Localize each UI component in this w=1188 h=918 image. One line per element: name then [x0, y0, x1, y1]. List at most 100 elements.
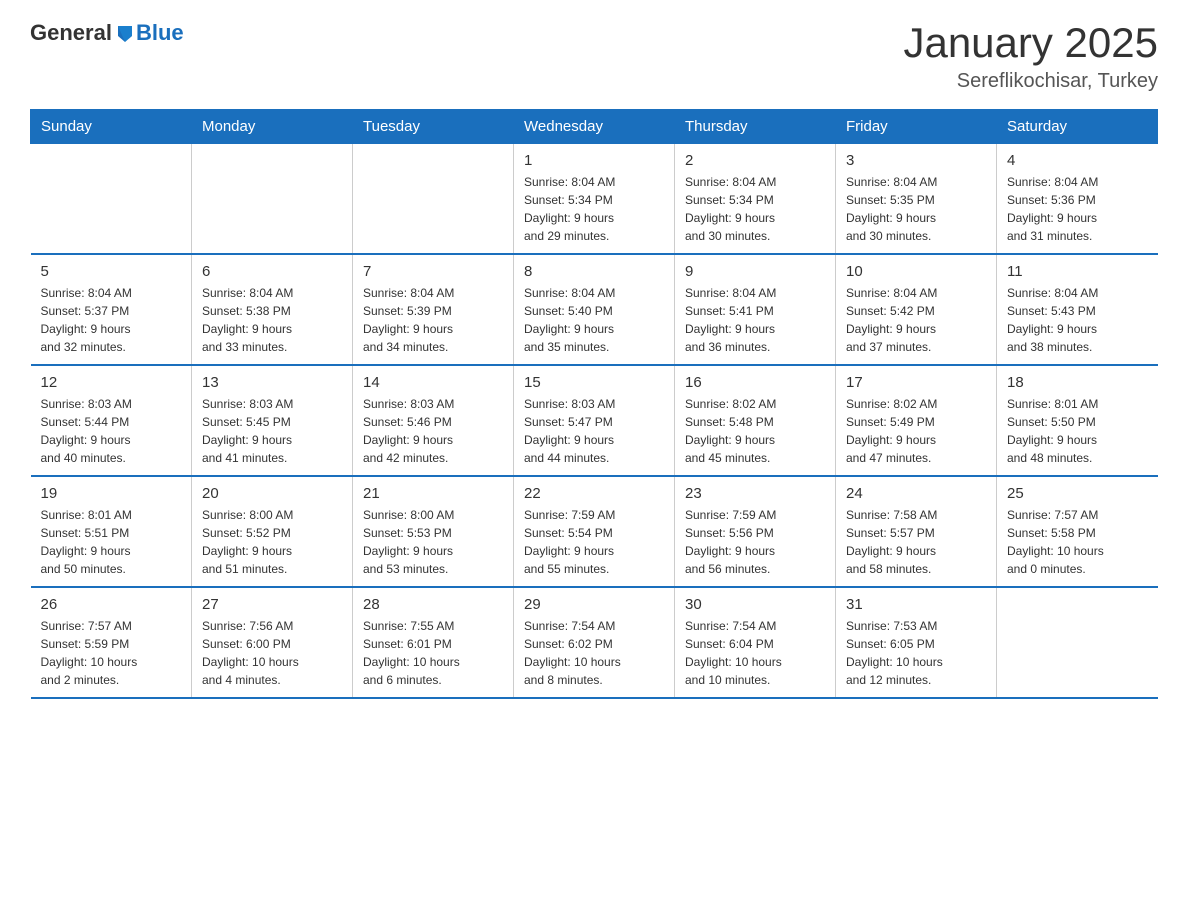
table-row: 29 Sunrise: 7:54 AMSunset: 6:02 PMDayligh…	[514, 587, 675, 698]
day-info: Sunrise: 8:04 AMSunset: 5:36 PMDaylight:…	[1007, 173, 1148, 245]
day-number: 7	[363, 263, 503, 280]
day-info: Sunrise: 7:55 AMSunset: 6:01 PMDaylight:…	[363, 617, 503, 689]
day-info: Sunrise: 8:03 AMSunset: 5:44 PMDaylight:…	[41, 395, 182, 467]
day-number: 23	[685, 485, 825, 502]
col-thursday: Thursday	[675, 110, 836, 144]
day-number: 21	[363, 485, 503, 502]
table-row: 10Sunrise: 8:04 AMSunset: 5:42 PMDayligh…	[836, 254, 997, 365]
table-row: 18 Sunrise: 8:01 AMSunset: 5:50 PMDayligh…	[997, 365, 1158, 476]
day-info: Sunrise: 8:04 AMSunset: 5:41 PMDaylight:…	[685, 284, 825, 356]
table-row: 12 Sunrise: 8:03 AMSunset: 5:44 PMDayligh…	[31, 365, 192, 476]
table-row: 13Sunrise: 8:03 AMSunset: 5:45 PMDayligh…	[192, 365, 353, 476]
col-tuesday: Tuesday	[353, 110, 514, 144]
table-row: 25 Sunrise: 7:57 AMSunset: 5:58 PMDayligh…	[997, 476, 1158, 587]
day-info: Sunrise: 8:04 AMSunset: 5:37 PMDaylight:…	[41, 284, 182, 356]
table-row: 5 Sunrise: 8:04 AMSunset: 5:37 PMDaylight…	[31, 254, 192, 365]
logo-text-blue: Blue	[136, 20, 184, 46]
day-info: Sunrise: 8:01 AMSunset: 5:51 PMDaylight:…	[41, 506, 182, 578]
day-info: Sunrise: 7:59 AMSunset: 5:54 PMDaylight:…	[524, 506, 664, 578]
day-info: Sunrise: 8:04 AMSunset: 5:39 PMDaylight:…	[363, 284, 503, 356]
table-row	[192, 144, 353, 255]
col-friday: Friday	[836, 110, 997, 144]
day-number: 22	[524, 485, 664, 502]
calendar-week-row: 12 Sunrise: 8:03 AMSunset: 5:44 PMDayligh…	[31, 365, 1158, 476]
day-info: Sunrise: 7:57 AMSunset: 5:58 PMDaylight:…	[1007, 506, 1148, 578]
day-number: 9	[685, 263, 825, 280]
day-number: 6	[202, 263, 342, 280]
day-number: 20	[202, 485, 342, 502]
day-number: 2	[685, 152, 825, 169]
day-number: 26	[41, 596, 182, 613]
day-number: 28	[363, 596, 503, 613]
day-info: Sunrise: 8:00 AMSunset: 5:52 PMDaylight:…	[202, 506, 342, 578]
day-info: Sunrise: 8:04 AMSunset: 5:34 PMDaylight:…	[685, 173, 825, 245]
day-number: 5	[41, 263, 182, 280]
logo: General Blue	[30, 20, 184, 46]
col-wednesday: Wednesday	[514, 110, 675, 144]
calendar-week-row: 26Sunrise: 7:57 AMSunset: 5:59 PMDayligh…	[31, 587, 1158, 698]
table-row: 22 Sunrise: 7:59 AMSunset: 5:54 PMDayligh…	[514, 476, 675, 587]
day-number: 31	[846, 596, 986, 613]
day-info: Sunrise: 7:54 AMSunset: 6:04 PMDaylight:…	[685, 617, 825, 689]
table-row: 1Sunrise: 8:04 AMSunset: 5:34 PMDaylight…	[514, 144, 675, 255]
table-row: 15 Sunrise: 8:03 AMSunset: 5:47 PMDayligh…	[514, 365, 675, 476]
logo-icon	[114, 22, 136, 44]
table-row: 11Sunrise: 8:04 AMSunset: 5:43 PMDayligh…	[997, 254, 1158, 365]
table-row: 21Sunrise: 8:00 AMSunset: 5:53 PMDayligh…	[353, 476, 514, 587]
day-info: Sunrise: 7:59 AMSunset: 5:56 PMDaylight:…	[685, 506, 825, 578]
table-row: 16 Sunrise: 8:02 AMSunset: 5:48 PMDayligh…	[675, 365, 836, 476]
table-row	[353, 144, 514, 255]
day-number: 30	[685, 596, 825, 613]
day-number: 29	[524, 596, 664, 613]
table-row: 26Sunrise: 7:57 AMSunset: 5:59 PMDayligh…	[31, 587, 192, 698]
day-number: 13	[202, 374, 342, 391]
day-number: 15	[524, 374, 664, 391]
day-number: 18	[1007, 374, 1148, 391]
col-sunday: Sunday	[31, 110, 192, 144]
day-number: 14	[363, 374, 503, 391]
day-info: Sunrise: 8:02 AMSunset: 5:48 PMDaylight:…	[685, 395, 825, 467]
title-block: January 2025 Sereflikochisar, Turkey	[903, 20, 1158, 93]
day-number: 24	[846, 485, 986, 502]
day-number: 11	[1007, 263, 1148, 280]
day-info: Sunrise: 8:04 AMSunset: 5:35 PMDaylight:…	[846, 173, 986, 245]
table-row: 24 Sunrise: 7:58 AMSunset: 5:57 PMDayligh…	[836, 476, 997, 587]
page-header: General Blue January 2025 Sereflikochisa…	[30, 20, 1158, 93]
day-number: 12	[41, 374, 182, 391]
table-row: 7 Sunrise: 8:04 AMSunset: 5:39 PMDaylight…	[353, 254, 514, 365]
table-row: 17 Sunrise: 8:02 AMSunset: 5:49 PMDayligh…	[836, 365, 997, 476]
logo-text-general: General	[30, 20, 112, 46]
table-row: 14Sunrise: 8:03 AMSunset: 5:46 PMDayligh…	[353, 365, 514, 476]
day-info: Sunrise: 8:04 AMSunset: 5:34 PMDaylight:…	[524, 173, 664, 245]
table-row: 9 Sunrise: 8:04 AMSunset: 5:41 PMDaylight…	[675, 254, 836, 365]
calendar-header-row: Sunday Monday Tuesday Wednesday Thursday…	[31, 110, 1158, 144]
day-info: Sunrise: 8:01 AMSunset: 5:50 PMDaylight:…	[1007, 395, 1148, 467]
table-row: 6Sunrise: 8:04 AMSunset: 5:38 PMDaylight…	[192, 254, 353, 365]
day-number: 27	[202, 596, 342, 613]
table-row: 30 Sunrise: 7:54 AMSunset: 6:04 PMDayligh…	[675, 587, 836, 698]
table-row: 27 Sunrise: 7:56 AMSunset: 6:00 PMDayligh…	[192, 587, 353, 698]
day-number: 3	[846, 152, 986, 169]
calendar-week-row: 19Sunrise: 8:01 AMSunset: 5:51 PMDayligh…	[31, 476, 1158, 587]
day-info: Sunrise: 8:02 AMSunset: 5:49 PMDaylight:…	[846, 395, 986, 467]
day-number: 16	[685, 374, 825, 391]
table-row: 3 Sunrise: 8:04 AMSunset: 5:35 PMDaylight…	[836, 144, 997, 255]
table-row: 19Sunrise: 8:01 AMSunset: 5:51 PMDayligh…	[31, 476, 192, 587]
day-info: Sunrise: 8:03 AMSunset: 5:47 PMDaylight:…	[524, 395, 664, 467]
day-number: 4	[1007, 152, 1148, 169]
calendar-table: Sunday Monday Tuesday Wednesday Thursday…	[30, 109, 1158, 699]
table-row: 4 Sunrise: 8:04 AMSunset: 5:36 PMDaylight…	[997, 144, 1158, 255]
day-number: 25	[1007, 485, 1148, 502]
day-info: Sunrise: 7:54 AMSunset: 6:02 PMDaylight:…	[524, 617, 664, 689]
day-info: Sunrise: 7:56 AMSunset: 6:00 PMDaylight:…	[202, 617, 342, 689]
col-saturday: Saturday	[997, 110, 1158, 144]
day-number: 17	[846, 374, 986, 391]
table-row	[997, 587, 1158, 698]
calendar-week-row: 5 Sunrise: 8:04 AMSunset: 5:37 PMDaylight…	[31, 254, 1158, 365]
day-info: Sunrise: 7:58 AMSunset: 5:57 PMDaylight:…	[846, 506, 986, 578]
table-row: 20 Sunrise: 8:00 AMSunset: 5:52 PMDayligh…	[192, 476, 353, 587]
table-row: 23 Sunrise: 7:59 AMSunset: 5:56 PMDayligh…	[675, 476, 836, 587]
table-row: 28 Sunrise: 7:55 AMSunset: 6:01 PMDayligh…	[353, 587, 514, 698]
calendar-week-row: 1Sunrise: 8:04 AMSunset: 5:34 PMDaylight…	[31, 144, 1158, 255]
day-number: 8	[524, 263, 664, 280]
